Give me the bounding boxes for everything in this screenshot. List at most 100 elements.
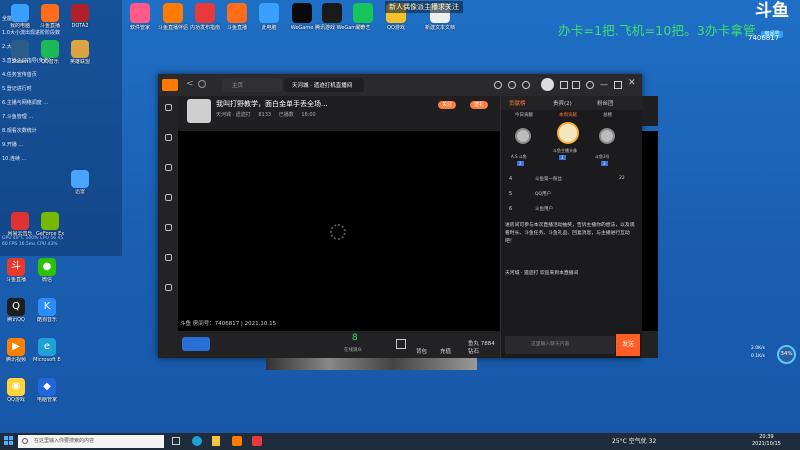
top-fan-name: 斗鱼3号 — [595, 154, 610, 159]
icon-label: 软件管家 — [129, 25, 150, 31]
message-icon[interactable] — [572, 81, 580, 89]
online-count-label: 在线观众 — [344, 348, 362, 353]
icon-label: 电脑管家 — [36, 397, 57, 403]
cpu-percent: 34% — [777, 345, 796, 364]
desktop-icon-lower[interactable]: ▶ 腾讯视频 — [2, 338, 30, 363]
desktop-icon-top[interactable]: 内功发布指南 — [188, 3, 222, 31]
douyu-app-window: < 主页 天河城 · 遗迹打机直播间 — ✕ 我叫打野教学，面白金单手丢全场..… — [158, 74, 658, 358]
refresh-icon[interactable] — [198, 80, 206, 88]
desktop-icon-left[interactable]: 英雄联盟 — [66, 40, 94, 65]
explorer-icon[interactable] — [212, 436, 220, 446]
minimize-icon[interactable]: — — [600, 80, 608, 89]
skin-icon[interactable] — [560, 81, 568, 89]
sidebar-item[interactable] — [158, 104, 178, 111]
chat-input[interactable]: 这里输入聊天内容 — [505, 336, 615, 354]
taskbar-search-input[interactable]: 在这里输入你要搜索的内容 — [18, 435, 164, 448]
desktop-icon-left[interactable]: QQ音乐 — [36, 40, 64, 65]
back-icon[interactable]: < — [186, 79, 194, 89]
taskbar: 在这里输入你要搜索的内容 25°C 空气优 32 20:39 2021/10/1… — [0, 433, 800, 450]
app-icon: ◉ — [7, 378, 25, 396]
close-icon[interactable]: ✕ — [628, 78, 636, 88]
task-view-icon[interactable] — [172, 437, 180, 445]
desktop-icon-left[interactable]: DOTA2 — [66, 4, 94, 29]
app-icon: ◆ — [38, 378, 56, 396]
download-icon[interactable] — [522, 81, 530, 89]
tab-live-room[interactable]: 天河城 · 遗迹打机直播间 — [284, 78, 364, 92]
bag-icon[interactable] — [396, 339, 406, 349]
video-thumbnail-strip — [266, 358, 477, 370]
network-widget: 2.0K/s 0.1K/s 34% — [751, 344, 796, 366]
clock-time: 20:39 — [759, 434, 774, 440]
desktop-icon-left[interactable]: 网易云音乐 — [6, 212, 34, 237]
desktop-icon-top[interactable]: WeGame — [285, 3, 319, 31]
desktop-icon-top[interactable]: 软件管家 — [123, 3, 157, 31]
desktop-icon-top[interactable]: 腾讯游戏 WeGame版 — [315, 3, 364, 31]
desktop-icon-lower[interactable]: Q 腾讯QQ — [2, 298, 30, 323]
desktop-icon-left[interactable]: GeForce Experience — [36, 212, 64, 237]
desktop-icon-top[interactable]: 斗鱼直播 — [220, 3, 254, 31]
desktop-icon-left[interactable]: 斗鱼直播 — [36, 4, 64, 29]
desktop-icon-top[interactable]: 此电脑 — [252, 3, 286, 31]
rank-tab[interactable]: 今日贡献 — [515, 112, 533, 118]
streamer-tag: 新人偶像派主播求关注 — [385, 1, 463, 13]
rank-tab[interactable]: 总榜 — [603, 112, 612, 118]
rank-number: 4 — [509, 176, 513, 182]
taskbar-clock[interactable]: 20:39 2021/10/15 — [752, 434, 781, 448]
desktop-icon-lower[interactable]: eMicrosoft Edge — [33, 338, 61, 363]
desktop-icon-lower[interactable]: ● 微信 — [33, 258, 61, 283]
chat-message: 天河城 · 遗迹打 欢迎来到本直播间 — [505, 271, 579, 276]
desktop-icon-lower[interactable]: K 酷狗音乐 — [33, 298, 61, 323]
weather-widget[interactable]: 25°C 空气优 32 — [612, 435, 656, 448]
icon-label: Microsoft Edge — [33, 357, 61, 363]
sidebar-item[interactable] — [158, 284, 178, 291]
douyu-logo-text: 斗鱼 — [755, 1, 789, 21]
obs-taskbar-icon[interactable] — [252, 436, 262, 446]
icon-label: 斗鱼直播伴侣 — [157, 25, 188, 31]
rank-tab[interactable]: 本周贡献 — [559, 112, 577, 118]
icon-label: 酷狗音乐 — [36, 317, 57, 323]
sidebar-icon — [164, 164, 172, 171]
top-fan-avatar[interactable] — [515, 128, 531, 144]
icon-label: 我的电脑 — [9, 23, 30, 29]
fans-badge[interactable] — [182, 337, 210, 351]
sidebar-item[interactable] — [158, 134, 178, 141]
desktop-icon-top[interactable]: 爱奇艺 — [346, 3, 380, 31]
maximize-icon[interactable] — [614, 81, 622, 89]
desktop-icon-top[interactable]: 斗鱼直播伴侣 — [156, 3, 190, 31]
app-icon — [292, 3, 312, 23]
desktop-icon-lower[interactable]: 斗斗鱼直播 — [2, 258, 30, 283]
desktop-icon-left[interactable]: 迅雷 — [66, 170, 94, 195]
follow-button[interactable]: 关注 — [438, 101, 457, 109]
start-icon[interactable] — [4, 436, 14, 446]
net-up: 2.0K/s — [751, 346, 765, 351]
chat-tab[interactable]: 贵宾(2) — [553, 99, 572, 107]
desktop-icon-left[interactable]: 我的电脑 — [6, 4, 34, 29]
avatar[interactable] — [541, 78, 554, 91]
icon-label: 英雄联盟 — [69, 59, 90, 65]
edge-icon[interactable] — [192, 436, 202, 446]
streamer-avatar[interactable] — [187, 99, 211, 123]
chat-message: 进房间可参与本次直播活动抽奖，告诉主播你的想法，以及观看时长、斗鱼任务、斗鱼礼品… — [505, 223, 635, 244]
chat-tab[interactable]: 粉丝团 — [597, 99, 614, 107]
send-button[interactable]: 发送 — [616, 334, 640, 356]
desktop-icon-left[interactable]: Steam — [6, 40, 34, 65]
chat-tab[interactable]: 贡献榜 — [509, 99, 526, 107]
rank-name: 斗鱼第一粉丝 — [535, 177, 562, 182]
sidebar-item[interactable] — [158, 224, 178, 231]
window-titlebar: < 主页 天河城 · 遗迹打机直播间 — ✕ — [158, 74, 642, 96]
top-fan-avatar[interactable] — [557, 122, 579, 144]
sidebar-item[interactable] — [158, 254, 178, 261]
tab-home[interactable]: 主页 — [222, 78, 282, 92]
heart-icon[interactable] — [508, 81, 516, 89]
douyu-app-icon — [162, 79, 178, 91]
top-fan-avatar[interactable] — [599, 128, 615, 144]
desktop-icon-lower[interactable]: ◆ 电脑管家 — [33, 378, 61, 403]
sidebar-item[interactable] — [158, 164, 178, 171]
desktop-icon-lower[interactable]: ◉ QQ游戏 — [2, 378, 30, 403]
settings-icon[interactable] — [586, 81, 594, 89]
sidebar-item[interactable] — [158, 194, 178, 201]
gift-button[interactable]: 送礼 — [470, 101, 489, 109]
history-icon[interactable] — [494, 81, 502, 89]
douyu-taskbar-icon[interactable] — [232, 436, 242, 446]
recharge-label[interactable]: 充值 — [440, 347, 451, 355]
